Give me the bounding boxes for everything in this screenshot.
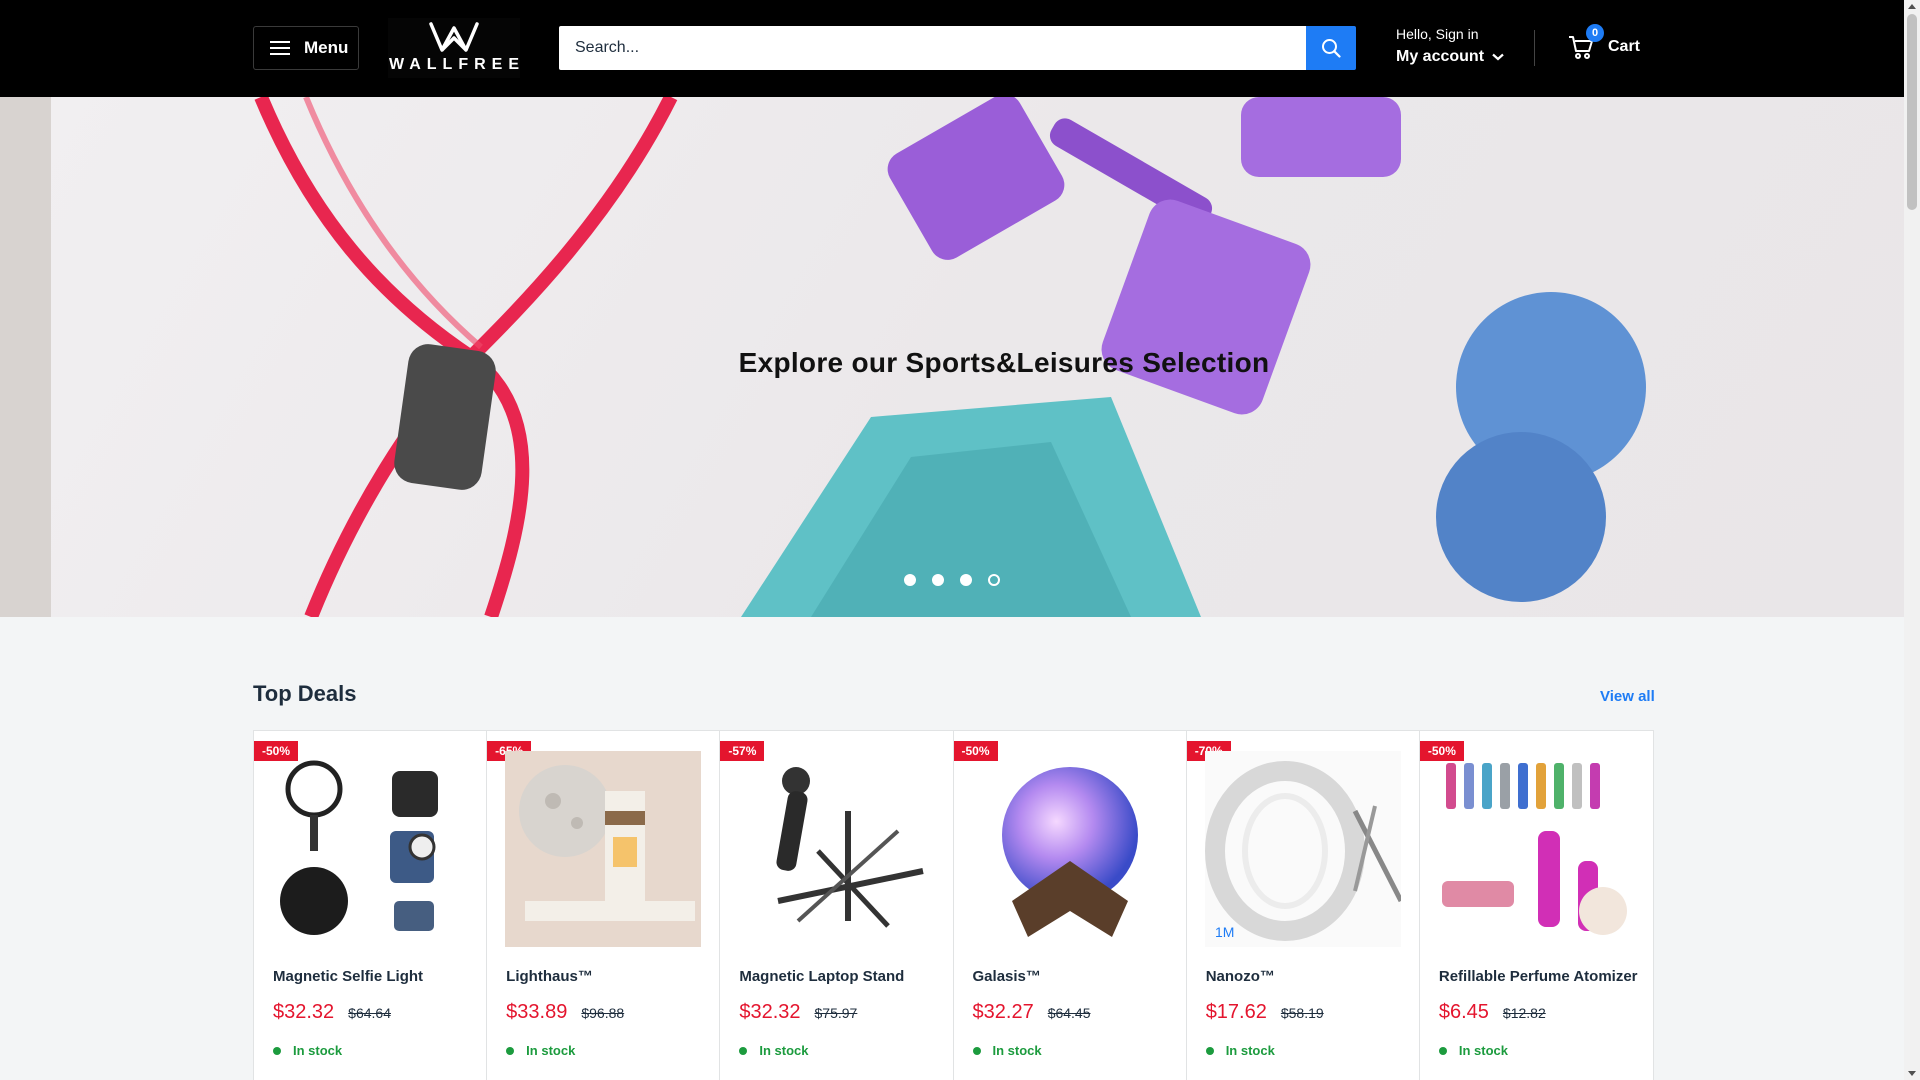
slide-dot-2[interactable] bbox=[932, 574, 944, 586]
search-button[interactable] bbox=[1306, 26, 1356, 70]
hero-title: Explore our Sports&Leisures Selection bbox=[738, 347, 1270, 378]
product-name[interactable]: Lighthaus™ bbox=[506, 968, 593, 985]
price-row: $32.32 $75.97 bbox=[739, 1001, 857, 1024]
in-stock-dot-icon bbox=[273, 1046, 281, 1055]
stock-status: In stock bbox=[273, 1043, 342, 1058]
original-price: $64.64 bbox=[348, 1005, 391, 1021]
product-name[interactable]: Magnetic Selfie Light bbox=[273, 968, 423, 985]
hamburger-icon bbox=[270, 41, 290, 55]
product-name[interactable]: Refillable Perfume Atomizer bbox=[1439, 968, 1638, 985]
in-stock-dot-icon bbox=[1438, 1046, 1447, 1055]
stock-status: In stock bbox=[972, 1043, 1042, 1058]
product-image bbox=[776, 767, 924, 928]
product-image bbox=[280, 760, 438, 935]
in-stock-dot-icon bbox=[972, 1046, 981, 1055]
sale-price: $32.32 bbox=[739, 1001, 801, 1023]
scrollbar-thumb[interactable] bbox=[1907, 14, 1917, 210]
sale-price: $17.62 bbox=[1205, 1001, 1267, 1023]
page-scrollbar[interactable] bbox=[1904, 0, 1920, 1080]
chevron-down-icon bbox=[1492, 53, 1504, 61]
stock-label: In stock bbox=[526, 1043, 576, 1058]
original-price: $12.82 bbox=[1502, 1005, 1546, 1021]
in-stock-dot-icon bbox=[739, 1046, 748, 1055]
price-row: $17.62 $58.19 bbox=[1206, 1001, 1324, 1024]
stock-status: In stock bbox=[739, 1043, 808, 1058]
product-name[interactable]: Galasis™ bbox=[973, 968, 1041, 985]
stock-status: In stock bbox=[1438, 1043, 1508, 1058]
stock-label: In stock bbox=[293, 1043, 343, 1058]
search-input[interactable] bbox=[559, 26, 1306, 70]
product-card[interactable]: -50% Galasis™ $32.27 $64.45 In stock bbox=[953, 731, 1187, 1080]
slide-dot-1[interactable] bbox=[904, 574, 916, 586]
scroll-down-arrow-icon[interactable] bbox=[1908, 1071, 1916, 1076]
view-all-link[interactable]: View all bbox=[1600, 688, 1655, 705]
price-row: $32.27 $64.45 bbox=[973, 1001, 1091, 1024]
price-row: $33.89 $96.88 bbox=[506, 1001, 624, 1024]
section-title-top-deals: Top Deals bbox=[253, 681, 357, 706]
slide-dot-3[interactable] bbox=[960, 574, 972, 586]
search-icon bbox=[1322, 39, 1341, 58]
top-deals-grid: -50% Magnetic Selfie Light $32.32 $64.64… bbox=[253, 730, 1654, 1080]
original-price: $64.45 bbox=[1047, 1005, 1091, 1021]
cart-count-badge: 0 bbox=[1586, 24, 1604, 42]
original-price: $75.97 bbox=[814, 1005, 858, 1021]
sale-price: $33.89 bbox=[506, 1001, 568, 1023]
stock-label: In stock bbox=[759, 1043, 809, 1058]
account-greeting: Hello, Sign in bbox=[1396, 26, 1479, 42]
slide-dot-4-active[interactable] bbox=[988, 574, 1000, 586]
search-bar bbox=[559, 26, 1356, 70]
menu-label: Menu bbox=[304, 38, 349, 57]
product-card[interactable]: -65% Lighthaus™ $33.89 $96.88 In stock bbox=[487, 731, 721, 1080]
price-row: $32.32 $64.64 bbox=[273, 1001, 391, 1024]
product-image bbox=[1001, 767, 1138, 937]
product-card[interactable]: -50% Magnetic Selfie Light $32.32 $64.64… bbox=[254, 731, 488, 1080]
product-card[interactable]: -70% 1M Nanozo™ $17.62 $58.19 In stock bbox=[1186, 731, 1420, 1080]
stock-status: In stock bbox=[1205, 1043, 1275, 1058]
in-stock-dot-icon bbox=[1205, 1046, 1214, 1055]
cart-button[interactable]: 0 Cart bbox=[1568, 24, 1641, 60]
account-menu[interactable]: Hello, Sign in My account bbox=[1396, 26, 1504, 66]
product-image: 1M bbox=[1204, 751, 1401, 947]
sale-price: $32.32 bbox=[273, 1001, 335, 1023]
stock-status: In stock bbox=[506, 1043, 575, 1058]
product-image bbox=[505, 751, 702, 947]
product-image bbox=[1441, 763, 1627, 935]
stock-label: In stock bbox=[992, 1043, 1042, 1058]
cart-label: Cart bbox=[1608, 38, 1641, 55]
product-name[interactable]: Magnetic Laptop Stand bbox=[739, 968, 904, 985]
hero-slideshow[interactable]: Explore our Sports&Leisures Selection bbox=[0, 97, 1904, 617]
account-label: My account bbox=[1396, 48, 1485, 65]
sale-price: $32.27 bbox=[972, 1001, 1034, 1023]
stock-label: In stock bbox=[1225, 1043, 1275, 1058]
logo-text: WALLFREE bbox=[389, 56, 525, 73]
original-price: $58.19 bbox=[1280, 1005, 1324, 1021]
scroll-up-arrow-icon[interactable] bbox=[1908, 4, 1916, 9]
product-name[interactable]: Nanozo™ bbox=[1206, 968, 1275, 985]
product-card[interactable]: -50% Refillable Perfume Atomizer $6.45 $… bbox=[1419, 731, 1653, 1080]
original-price: $96.88 bbox=[581, 1005, 625, 1021]
site-header: Menu WALLFREE Hello, Sign in My account bbox=[0, 0, 1904, 97]
sale-price: $6.45 bbox=[1438, 1001, 1489, 1023]
stock-label: In stock bbox=[1458, 1043, 1508, 1058]
price-row: $6.45 $12.82 bbox=[1439, 1001, 1546, 1024]
account-label-row: My account bbox=[1396, 48, 1504, 66]
site-logo[interactable]: WALLFREE bbox=[388, 18, 520, 78]
cart-icon-wrap: 0 bbox=[1568, 24, 1604, 60]
slide-dots bbox=[904, 574, 1000, 586]
in-stock-dot-icon bbox=[506, 1046, 515, 1055]
header-divider bbox=[1534, 30, 1535, 66]
menu-button[interactable]: Menu bbox=[253, 26, 359, 70]
product-card[interactable]: -57% Magnetic Laptop Stand $32.32 $75.97… bbox=[720, 731, 954, 1080]
wallfree-logo-icon bbox=[429, 22, 479, 52]
nanozo-length-label: 1M bbox=[1215, 924, 1234, 940]
